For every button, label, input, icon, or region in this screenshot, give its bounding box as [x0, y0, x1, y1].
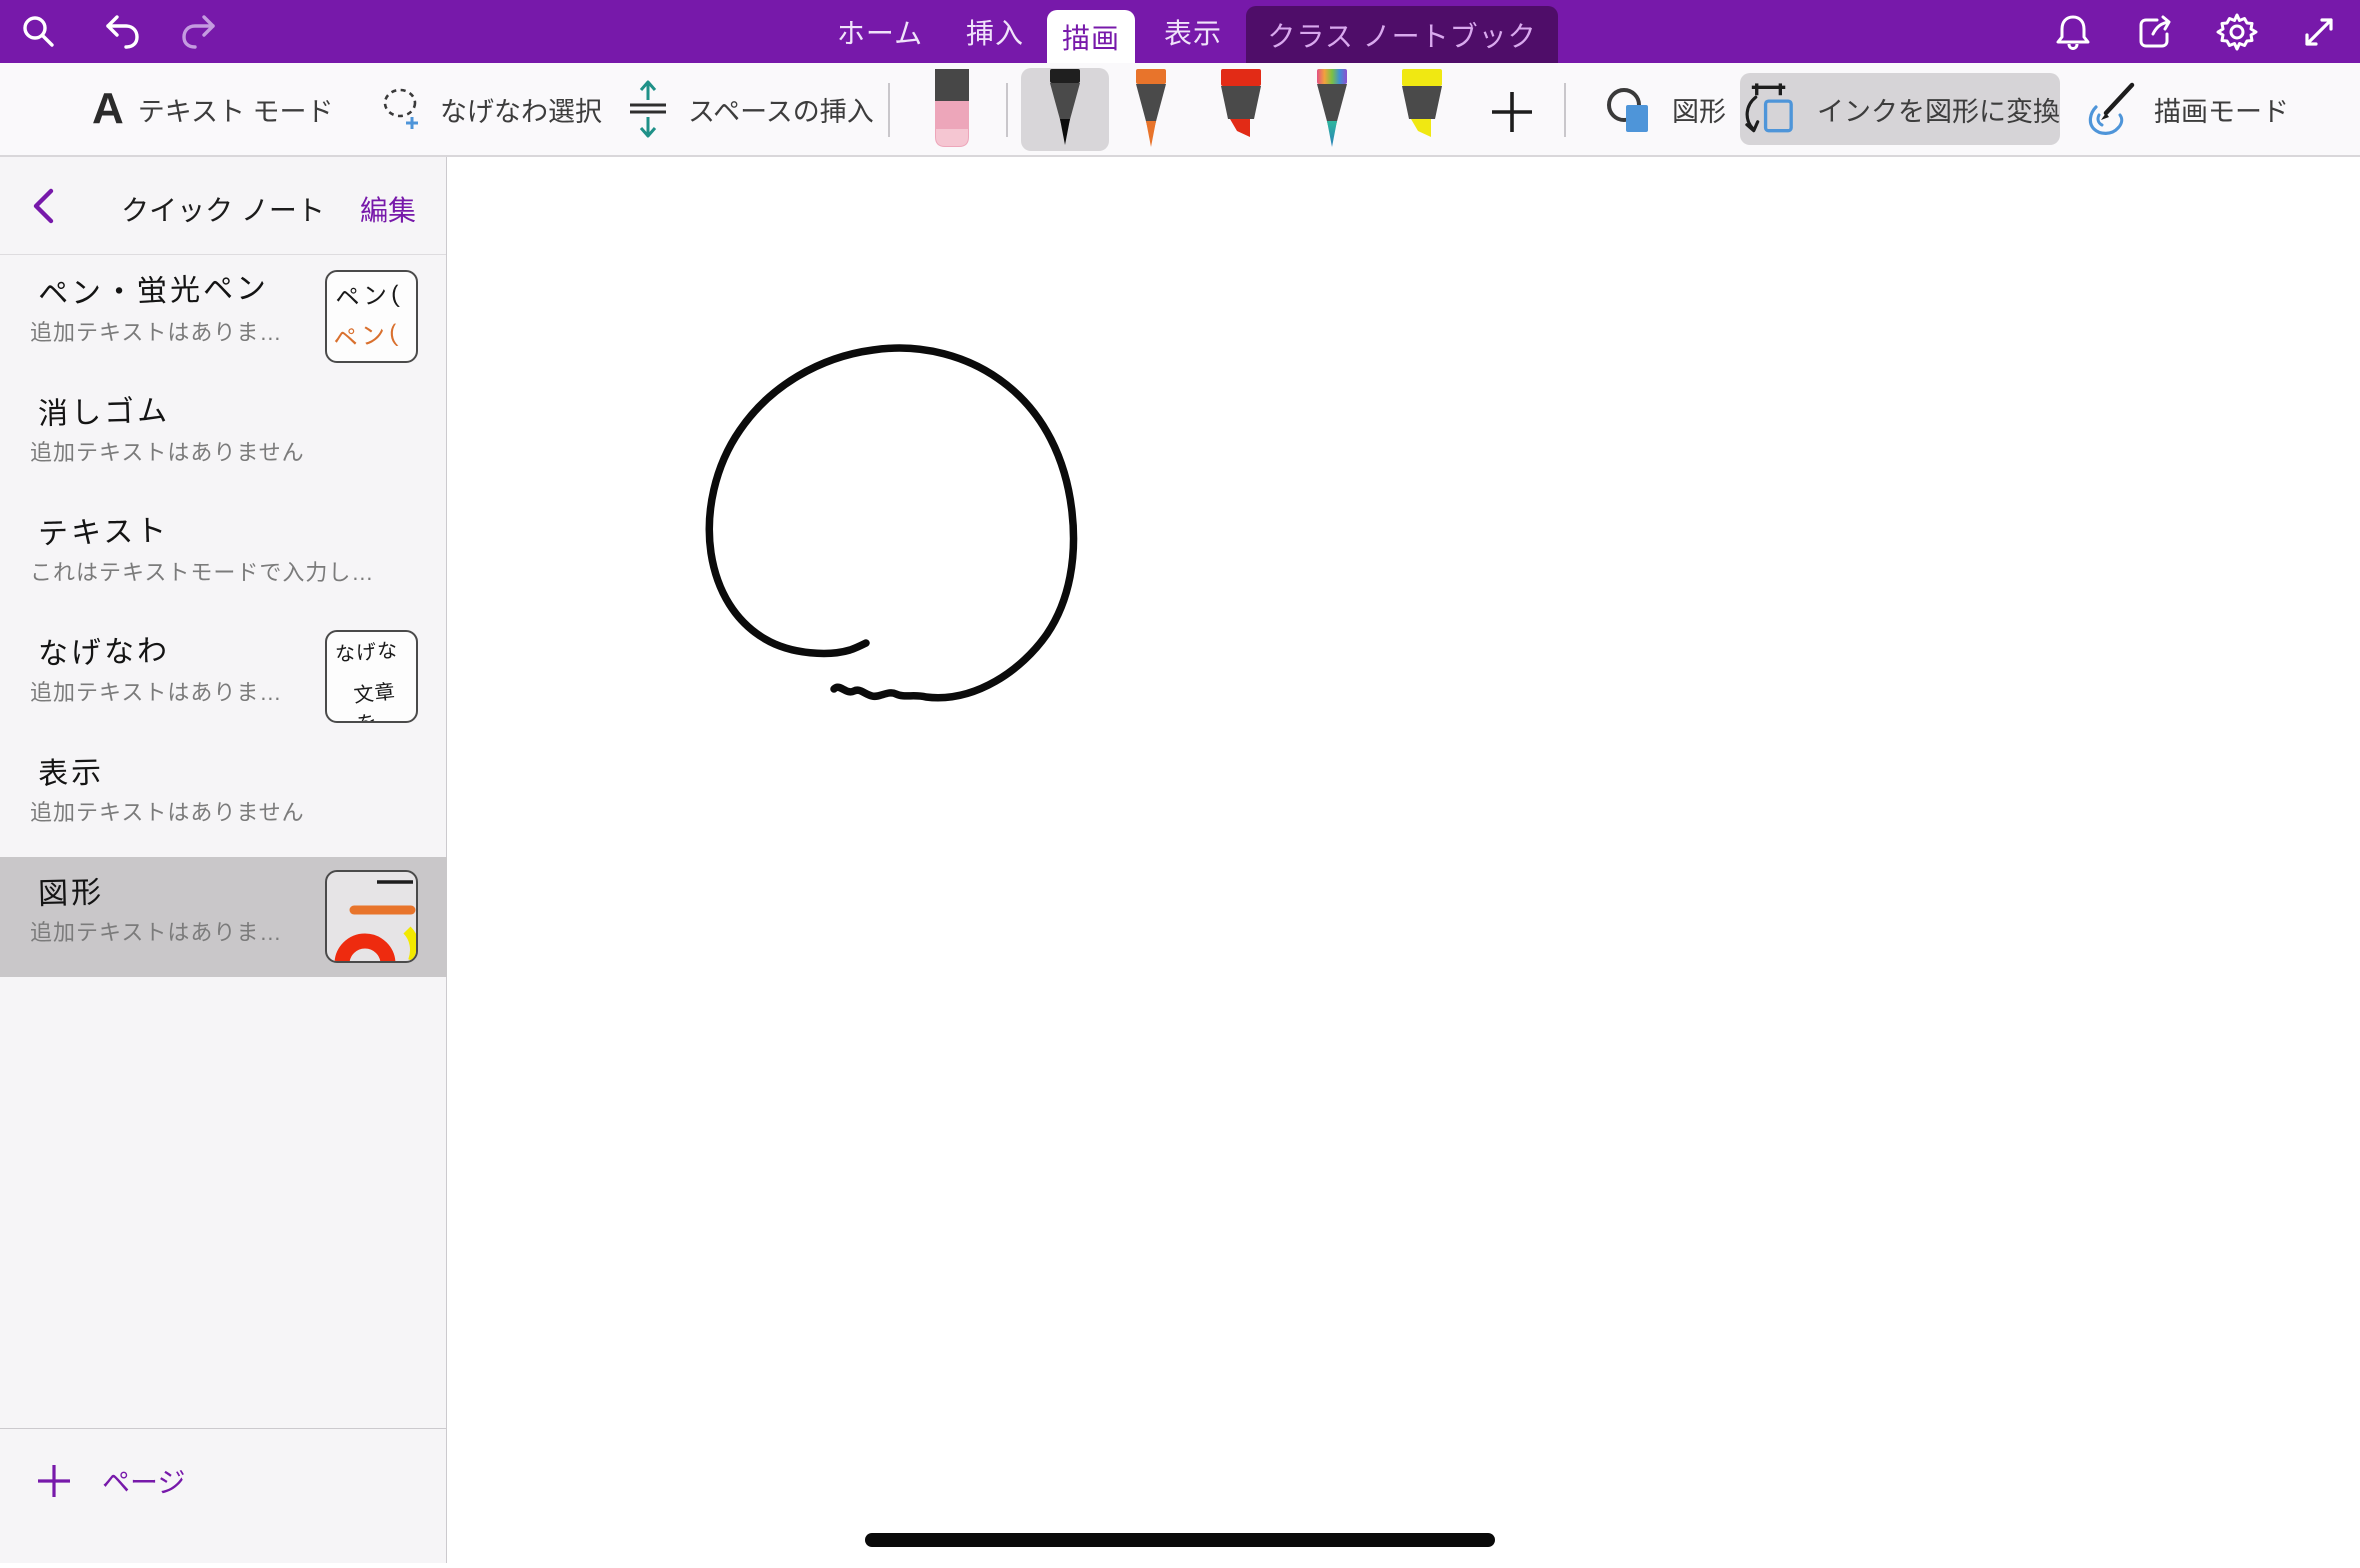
lasso-select-button[interactable]: なげなわ選択 — [378, 63, 602, 155]
expand-icon — [2299, 12, 2339, 52]
undo-button[interactable] — [101, 11, 143, 53]
add-pen-button[interactable] — [1482, 69, 1542, 155]
page-list-item[interactable]: なげなわ 追加テキストはありま… なげな 文章を — [0, 617, 447, 737]
text-mode-label: テキスト モード — [138, 90, 334, 129]
ink-to-shape-icon — [1740, 81, 1801, 137]
fullscreen-button[interactable] — [2298, 11, 2340, 53]
yellow-highlighter-tool[interactable] — [1392, 69, 1452, 155]
page-thumbnail — [325, 870, 418, 963]
black-pen-tool-selected[interactable] — [1035, 69, 1095, 155]
redo-icon — [179, 12, 219, 52]
thumbnail-ink-line: なげな — [334, 634, 399, 667]
draw-mode-label: 描画モード — [2154, 90, 2289, 129]
toolbar-divider — [888, 83, 890, 137]
insert-space-button[interactable]: スペースの挿入 — [622, 63, 874, 155]
text-mode-icon: A — [92, 84, 124, 134]
sidebar-header: クイック ノート 編集 — [0, 157, 446, 255]
tab-home-label: ホーム — [837, 12, 923, 52]
shapes-button[interactable]: 図形 — [1602, 63, 1726, 155]
eraser-icon — [932, 69, 972, 151]
share-button[interactable] — [2134, 11, 2176, 53]
search-button[interactable] — [18, 11, 60, 53]
eraser-tool[interactable] — [922, 69, 982, 155]
page-title-ink: 表示 — [37, 747, 104, 793]
insert-space-icon — [622, 78, 674, 140]
toolbar-divider — [1564, 83, 1566, 137]
undo-icon — [102, 12, 142, 52]
orange-pen-icon — [1128, 69, 1174, 151]
plus-icon — [1486, 86, 1538, 138]
top-app-bar: ホーム 挿入 描画 表示 クラス ノートブック — [0, 0, 2360, 63]
page-thumbnail: なげな 文章を — [325, 630, 418, 723]
bell-icon — [2053, 12, 2093, 52]
gear-icon — [2216, 11, 2258, 53]
red-highlighter-icon — [1217, 69, 1265, 151]
draw-mode-hand-pen-icon — [2082, 81, 2140, 137]
page-title-ink: ペン・蛍光ペン — [37, 263, 269, 313]
settings-button[interactable] — [2216, 11, 2258, 53]
page-list-item[interactable]: ペン・蛍光ペン 追加テキストはありま… ペン( ペン( — [0, 257, 447, 377]
rainbow-pen-tool[interactable] — [1302, 69, 1362, 155]
thumbnail-ink-line: ペン( — [331, 313, 402, 355]
page-subtitle: これはテキストモードで入力し… — [30, 555, 374, 587]
page-list-sidebar: クイック ノート 編集 ペン・蛍光ペン 追加テキストはありま… ペン( ペン( … — [0, 157, 447, 1563]
rainbow-pen-icon — [1309, 69, 1355, 151]
toolbar-divider — [1006, 83, 1008, 137]
tab-class-notebook[interactable]: クラス ノートブック — [1246, 6, 1558, 63]
page-subtitle: 追加テキストはありま… — [30, 315, 282, 347]
draw-mode-button[interactable]: 描画モード — [2082, 63, 2289, 155]
tab-insert[interactable]: 挿入 — [945, 0, 1045, 63]
page-subtitle: 追加テキストはありません — [30, 435, 305, 467]
orange-pen-tool[interactable] — [1121, 69, 1181, 155]
yellow-highlighter-icon — [1398, 69, 1446, 151]
black-pen-icon — [1042, 69, 1088, 149]
page-thumbnail: ペン( ペン( — [325, 270, 418, 363]
insert-space-label: スペースの挿入 — [688, 90, 874, 129]
add-page-label: ページ — [102, 1461, 185, 1501]
tab-class-notebook-label: クラス ノートブック — [1267, 15, 1536, 55]
page-list-item[interactable]: テキスト これはテキストモードで入力し… — [0, 497, 447, 617]
shapes-thumbnail-drawing — [327, 872, 416, 961]
shapes-label: 図形 — [1672, 90, 1726, 129]
thumbnail-ink-line: 文章を — [352, 673, 418, 723]
page-title-ink: テキスト — [37, 506, 169, 553]
lasso-label: なげなわ選択 — [440, 90, 602, 129]
page-list-item[interactable]: 消しゴム 追加テキストはありません — [0, 377, 447, 497]
red-highlighter-tool[interactable] — [1211, 69, 1271, 155]
tab-draw-label: 描画 — [1062, 17, 1120, 57]
page-subtitle: 追加テキストはありま… — [30, 675, 282, 707]
page-subtitle: 追加テキストはありま… — [30, 915, 282, 947]
search-icon — [20, 13, 58, 51]
tab-view-label: 表示 — [1164, 12, 1222, 52]
page-title-ink: なげなわ — [37, 626, 170, 673]
edit-button[interactable]: 編集 — [360, 189, 416, 229]
home-indicator-bar[interactable] — [865, 1533, 1495, 1547]
tab-draw-active[interactable]: 描画 — [1047, 10, 1135, 63]
text-mode-button[interactable]: A テキスト モード — [92, 63, 333, 155]
ink-to-shape-toggle[interactable]: インクを図形に変換 — [1740, 73, 2060, 145]
plus-icon — [34, 1461, 74, 1501]
share-icon — [2135, 12, 2175, 52]
ink-circle-drawing[interactable] — [447, 157, 2360, 1563]
note-canvas[interactable] — [447, 157, 2360, 1563]
shapes-icon — [1602, 81, 1658, 137]
page-title-ink: 図形 — [37, 867, 104, 913]
tab-view[interactable]: 表示 — [1143, 0, 1243, 63]
thumbnail-ink-line: ペン( — [334, 274, 404, 314]
page-list-item[interactable]: 表示 追加テキストはありません — [0, 737, 447, 857]
ink-to-shape-label: インクを図形に変換 — [1817, 90, 2060, 129]
lasso-icon — [378, 83, 426, 135]
redo-button[interactable] — [178, 11, 220, 53]
page-subtitle: 追加テキストはありません — [30, 795, 305, 827]
notifications-button[interactable] — [2052, 11, 2094, 53]
draw-ribbon-toolbar: A テキスト モード なげなわ選択 スペースの挿入 — [0, 63, 2360, 157]
page-list-item-selected[interactable]: 図形 追加テキストはありま… — [0, 857, 447, 977]
add-page-button[interactable]: ページ — [34, 1461, 185, 1501]
tab-insert-label: 挿入 — [966, 12, 1024, 52]
page-title-ink: 消しゴム — [37, 386, 170, 433]
tab-home[interactable]: ホーム — [828, 0, 932, 63]
sidebar-footer: ページ — [0, 1428, 447, 1563]
